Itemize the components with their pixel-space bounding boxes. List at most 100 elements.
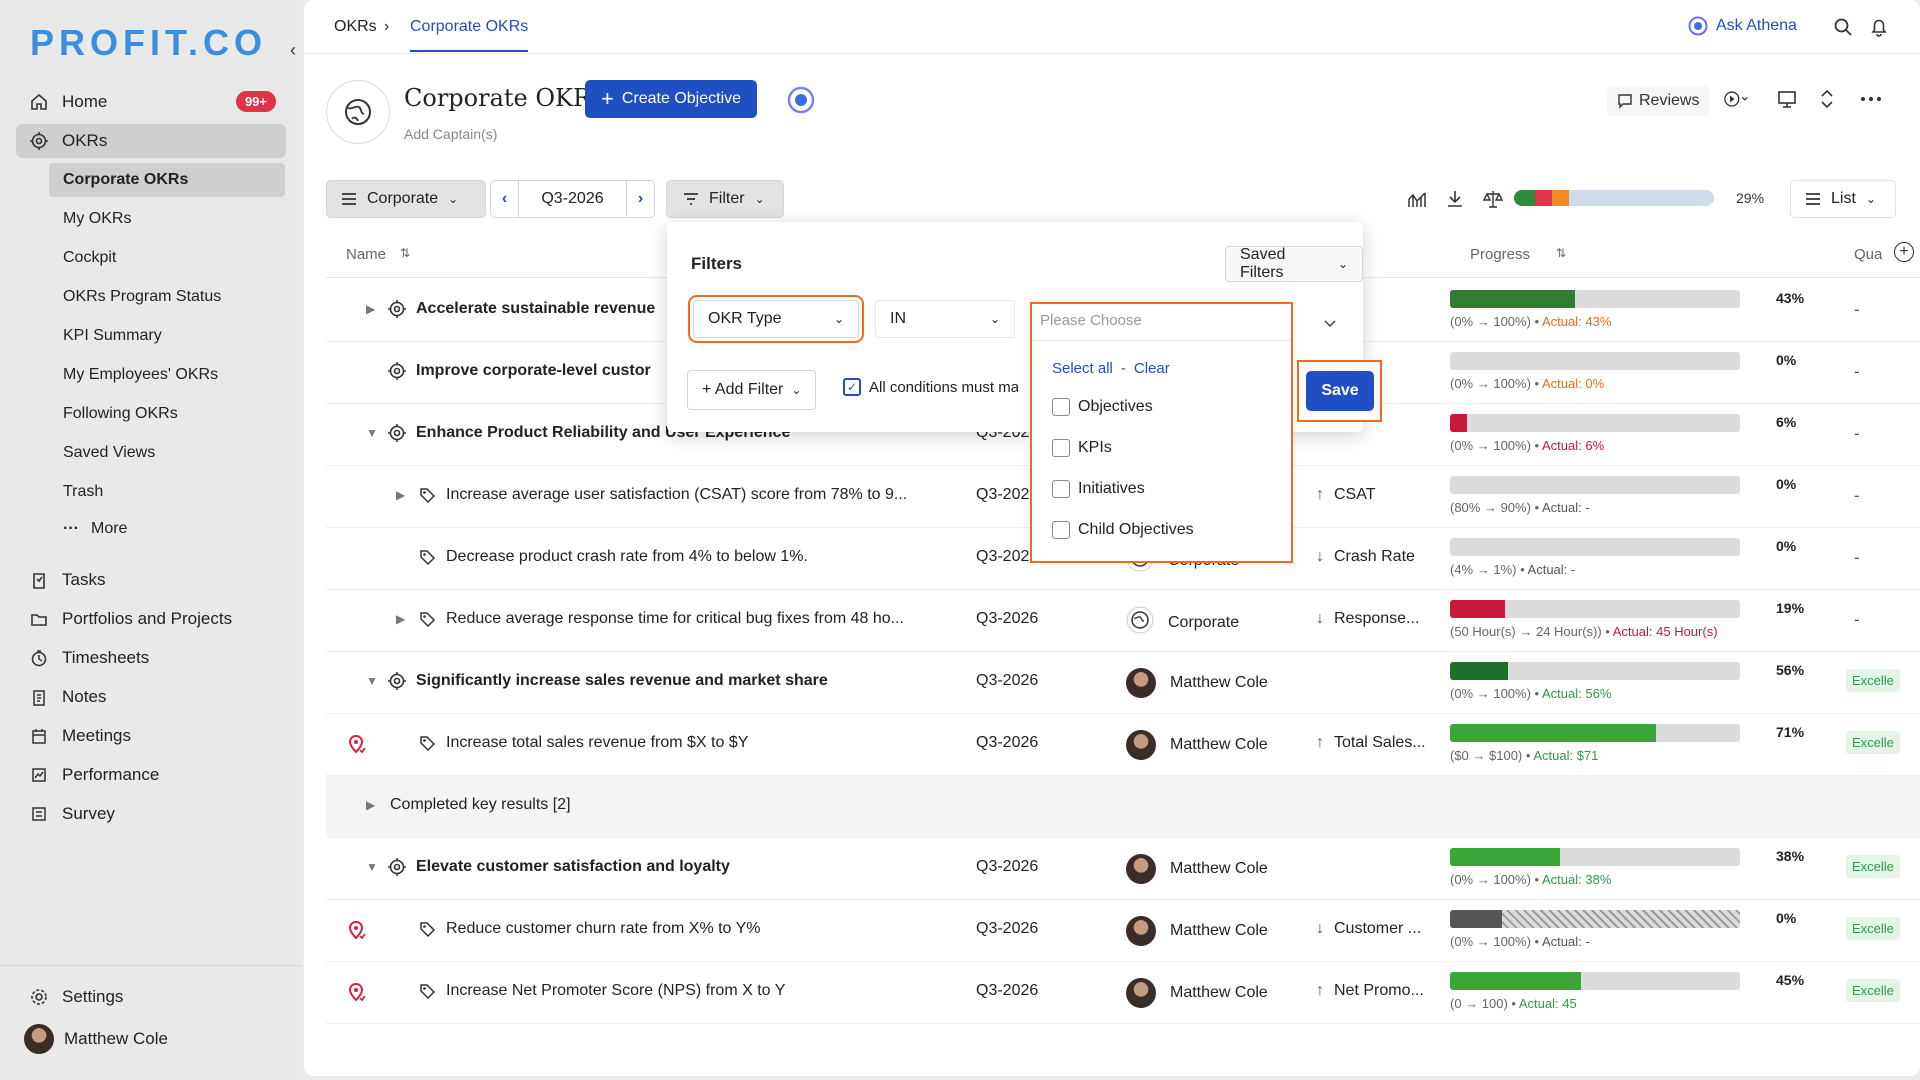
progress-bar[interactable] <box>1450 972 1740 990</box>
chevron-right-icon[interactable]: ▶ <box>396 612 405 626</box>
search-icon[interactable] <box>1830 14 1856 40</box>
play-menu-icon[interactable] <box>1724 86 1750 112</box>
sidebar-subitem-cockpit[interactable]: Cockpit <box>49 241 285 275</box>
add-filter-button[interactable]: + Add Filter ⌄ <box>687 370 817 410</box>
sidebar-item-meetings[interactable]: Meetings <box>16 719 286 753</box>
sidebar-subitem-my-okrs[interactable]: My OKRs <box>49 202 285 236</box>
okr-owner[interactable]: Matthew Cole <box>1126 978 1268 1008</box>
sidebar-subitem-my-employees-okrs[interactable]: My Employees' OKRs <box>49 358 285 392</box>
chevron-down-icon[interactable]: ▼ <box>366 426 378 440</box>
all-conditions-checkbox[interactable]: ✓ All conditions must ma <box>843 378 1018 396</box>
create-objective-button[interactable]: + Create Objective <box>585 80 758 118</box>
okr-name[interactable]: Improve corporate-level custor <box>416 362 651 380</box>
table-row[interactable]: ▼ Significantly increase sales revenue an… <box>326 652 1920 714</box>
sidebar-subitem-okrs-program-status[interactable]: OKRs Program Status <box>49 280 285 314</box>
chevron-right-icon[interactable]: ▶ <box>366 302 375 316</box>
table-row[interactable]: Increase total sales revenue from $X to … <box>326 714 1920 776</box>
sidebar-item-more[interactable]: ··· More <box>49 512 285 546</box>
checkbox[interactable] <box>1052 439 1070 457</box>
period-next-icon[interactable]: › <box>626 181 654 217</box>
okr-name[interactable]: Increase total sales revenue from $X to … <box>446 734 748 752</box>
progress-bar[interactable] <box>1450 414 1740 432</box>
bell-icon[interactable] <box>1866 14 1892 40</box>
table-row[interactable]: ▶ Completed key results [2] <box>326 776 1920 838</box>
scope-selector[interactable]: Corporate ⌄ <box>326 180 486 218</box>
save-filter-button[interactable]: Save <box>1306 371 1374 411</box>
filter-field-select[interactable]: OKR Type ⌄ <box>688 295 864 343</box>
okr-owner[interactable]: Matthew Cole <box>1126 916 1268 946</box>
pin-icon[interactable] <box>348 734 366 756</box>
sidebar-subitem-kpi-summary[interactable]: KPI Summary <box>49 319 285 353</box>
okr-name[interactable]: Reduce customer churn rate from X% to Y% <box>446 920 761 938</box>
option-kpis[interactable]: KPIs <box>1052 439 1112 457</box>
app-logo[interactable]: PROFIT.CO <box>30 22 267 64</box>
column-header-progress[interactable]: Progress <box>1470 246 1530 263</box>
sidebar-item-portfolios-and-projects[interactable]: Portfolios and Projects <box>16 602 286 636</box>
sidebar-item-performance[interactable]: Performance <box>16 758 286 792</box>
expand-collapse-icon[interactable] <box>1814 86 1840 112</box>
sort-icon[interactable]: ⇅ <box>400 246 410 260</box>
sidebar-item-survey[interactable]: Survey <box>16 797 286 831</box>
collapse-sidebar-icon[interactable]: ‹ <box>290 40 296 61</box>
breadcrumb-corporate-okrs[interactable]: Corporate OKRs <box>410 18 529 52</box>
filter-value-placeholder[interactable]: Please Choose <box>1040 312 1142 329</box>
sidebar-subitem-saved-views[interactable]: Saved Views <box>49 436 285 470</box>
analytics-icon[interactable] <box>1404 186 1430 212</box>
more-options-icon[interactable] <box>1858 86 1884 112</box>
option-objectives[interactable]: Objectives <box>1052 398 1153 416</box>
pin-icon[interactable] <box>348 920 366 942</box>
progress-bar[interactable] <box>1450 848 1740 866</box>
sidebar-item-home[interactable]: Home 99+ <box>16 85 286 119</box>
pin-icon[interactable] <box>348 982 366 1004</box>
sidebar-item-notes[interactable]: Notes <box>16 680 286 714</box>
table-row[interactable]: Increase Net Promoter Score (NPS) from X… <box>326 962 1920 1024</box>
sidebar-subitem-following-okrs[interactable]: Following OKRs <box>49 397 285 431</box>
okr-owner[interactable]: Matthew Cole <box>1126 668 1268 698</box>
okr-name[interactable]: Decrease product crash rate from 4% to b… <box>446 548 808 566</box>
okr-name[interactable]: Significantly increase sales revenue and… <box>416 672 828 690</box>
okr-owner[interactable]: Corporate <box>1126 606 1239 639</box>
okr-name[interactable]: Reduce average response time for critica… <box>446 610 904 628</box>
checkbox[interactable] <box>1052 398 1070 416</box>
reviews-button[interactable]: Reviews <box>1607 86 1710 116</box>
add-column-icon[interactable]: + <box>1894 242 1914 262</box>
okr-name[interactable]: Accelerate sustainable revenue <box>416 300 655 318</box>
download-icon[interactable] <box>1442 186 1468 212</box>
clear-link[interactable]: Clear <box>1134 360 1170 377</box>
progress-bar[interactable] <box>1450 290 1740 308</box>
chevron-down-icon[interactable]: ▼ <box>366 674 378 688</box>
chevron-right-icon[interactable]: ▶ <box>396 488 405 502</box>
filter-operator-select[interactable]: IN ⌄ <box>875 300 1015 338</box>
progress-bar[interactable] <box>1450 724 1740 742</box>
period-label[interactable]: Q3-2026 <box>519 190 626 208</box>
option-child-objectives[interactable]: Child Objectives <box>1052 521 1194 539</box>
okr-name[interactable]: Completed key results [2] <box>390 796 571 814</box>
sidebar-subitem-corporate-okrs[interactable]: Corporate OKRs <box>49 163 285 197</box>
chevron-down-icon[interactable] <box>1316 310 1344 338</box>
checkbox[interactable] <box>1052 480 1070 498</box>
option-initiatives[interactable]: Initiatives <box>1052 480 1145 498</box>
sidebar-user[interactable]: Matthew Cole <box>12 1022 282 1056</box>
okr-name[interactable]: Increase Net Promoter Score (NPS) from X… <box>446 982 785 1000</box>
sort-icon[interactable]: ⇅ <box>1556 246 1566 260</box>
select-all-link[interactable]: Select all <box>1052 360 1113 377</box>
progress-bar[interactable] <box>1450 910 1740 928</box>
progress-bar[interactable] <box>1450 476 1740 494</box>
okr-owner[interactable]: Matthew Cole <box>1126 854 1268 884</box>
breadcrumb-okrs[interactable]: OKRs <box>334 18 377 36</box>
balance-icon[interactable] <box>1480 186 1506 212</box>
okr-owner[interactable]: Matthew Cole <box>1126 730 1268 760</box>
column-header-name[interactable]: Name <box>346 246 386 263</box>
chevron-down-icon[interactable]: ▼ <box>366 860 378 874</box>
add-captain-link[interactable]: Add Captain(s) <box>404 126 497 142</box>
progress-bar[interactable] <box>1450 352 1740 370</box>
okr-name[interactable]: Elevate customer satisfaction and loyalt… <box>416 858 730 876</box>
column-header-quality[interactable]: Qua <box>1854 246 1882 263</box>
saved-filters-button[interactable]: Saved Filters ⌄ <box>1225 246 1363 282</box>
progress-bar[interactable] <box>1450 662 1740 680</box>
sidebar-subitem-trash[interactable]: Trash <box>49 475 285 509</box>
chevron-right-icon[interactable]: ▶ <box>366 798 375 812</box>
table-row[interactable]: ▼ Elevate customer satisfaction and loyal… <box>326 838 1920 900</box>
sidebar-item-settings[interactable]: Settings <box>16 980 286 1014</box>
athena-ai-icon[interactable] <box>787 86 815 114</box>
